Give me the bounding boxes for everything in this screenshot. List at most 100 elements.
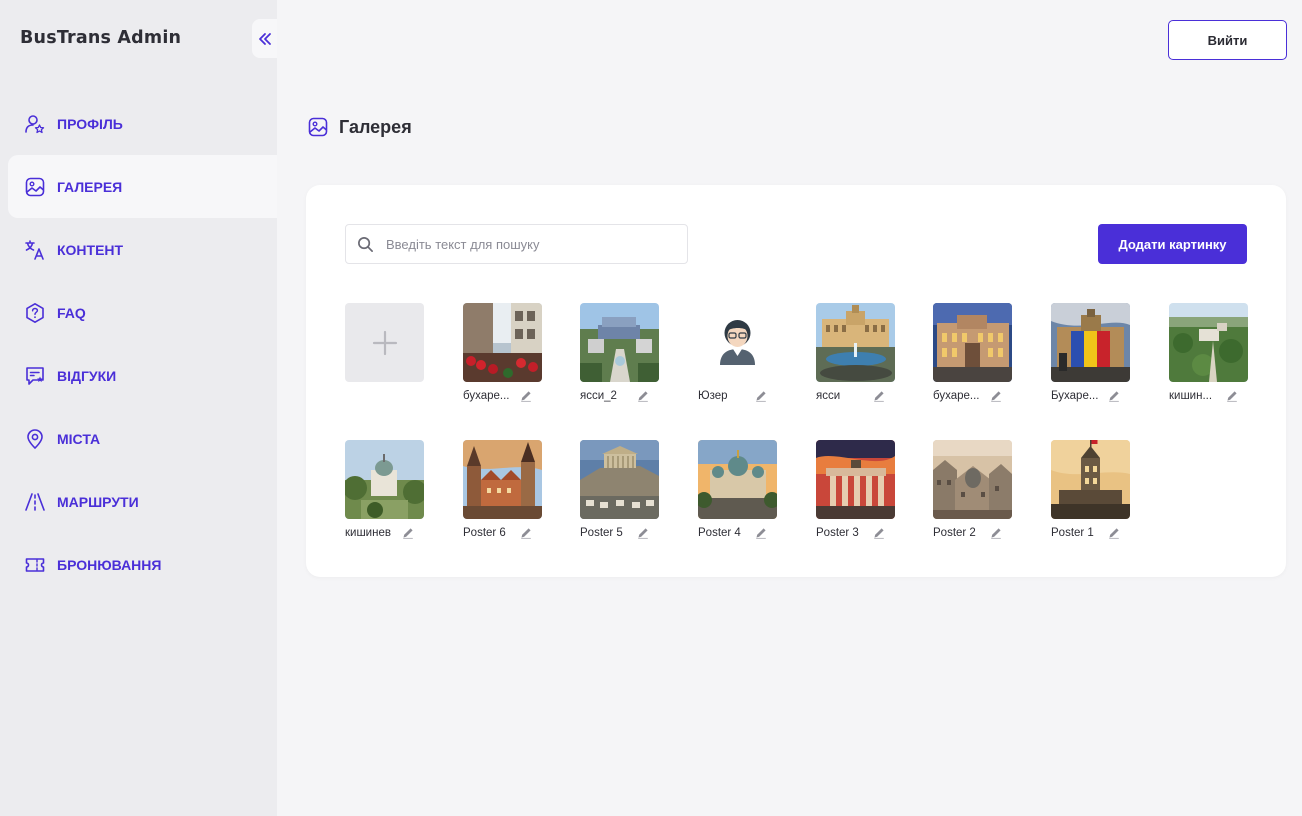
edit-icon[interactable]	[519, 526, 533, 540]
gallery-thumbnail[interactable]	[933, 303, 1012, 382]
sidebar-item-profile[interactable]: ПРОФІЛЬ	[8, 92, 277, 155]
gallery-item[interactable]: Poster 6	[463, 440, 542, 541]
edit-icon[interactable]	[519, 389, 533, 403]
gallery-thumbnail[interactable]	[816, 440, 895, 519]
gallery-thumbnail[interactable]	[698, 303, 777, 382]
gallery-card: Додати картинку бухаре... ясси_2 Юзер ясси б…	[306, 185, 1286, 577]
sidebar-item-label: МІСТА	[57, 430, 101, 447]
gallery-item[interactable]: бухаре...	[933, 303, 1012, 404]
sidebar-nav: ПРОФІЛЬ ГАЛЕРЕЯ КОНТЕНТ FAQ ВІДГУКИ МІСТ…	[8, 92, 277, 596]
edit-icon[interactable]	[989, 389, 1003, 403]
gallery-caption: Poster 2	[933, 525, 1012, 541]
gallery-item[interactable]: Юзер	[698, 303, 777, 404]
gallery-caption: Poster 5	[580, 525, 659, 541]
edit-icon[interactable]	[636, 389, 650, 403]
question-hexagon-icon	[26, 302, 44, 323]
gallery-thumbnail[interactable]	[1051, 440, 1130, 519]
gallery-thumbnail[interactable]	[463, 440, 542, 519]
gallery-caption: бухаре...	[463, 388, 542, 404]
gallery-caption: Poster 6	[463, 525, 542, 541]
sidebar: BusTrans Admin ПРОФІЛЬ ГАЛЕРЕЯ КОНТЕНТ F…	[0, 0, 277, 816]
edit-icon[interactable]	[1225, 389, 1239, 403]
gallery-item-name: ясси	[816, 390, 841, 402]
edit-icon[interactable]	[401, 526, 415, 540]
gallery-thumbnail[interactable]	[580, 440, 659, 519]
edit-icon[interactable]	[872, 526, 886, 540]
review-icon	[26, 366, 44, 385]
edit-icon[interactable]	[754, 526, 768, 540]
edit-icon[interactable]	[754, 389, 768, 403]
gallery-item[interactable]: Poster 1	[1051, 440, 1130, 541]
sidebar-item-routes[interactable]: МАРШРУТИ	[8, 470, 277, 533]
gallery-item[interactable]: ясси	[816, 303, 895, 404]
sidebar-item-label: МАРШРУТИ	[57, 493, 139, 510]
search-input[interactable]	[386, 236, 666, 252]
sidebar-item-cities[interactable]: МІСТА	[8, 407, 277, 470]
gallery-item[interactable]: кишинев	[345, 440, 424, 541]
gallery-thumbnail[interactable]	[463, 303, 542, 382]
translate-icon	[25, 239, 44, 260]
gallery-item-name: бухаре...	[933, 390, 980, 402]
gallery-thumbnail[interactable]	[1169, 303, 1248, 382]
gallery-item[interactable]: кишин...	[1169, 303, 1248, 404]
gallery-icon	[308, 117, 328, 137]
gallery-item[interactable]: Poster 4	[698, 440, 777, 541]
gallery-caption: ясси	[816, 388, 895, 404]
collapse-sidebar-button[interactable]	[252, 19, 277, 58]
add-image-button[interactable]: Додати картинку	[1098, 224, 1247, 264]
gallery-item[interactable]: Бухаре...	[1051, 303, 1130, 404]
gallery-thumbnail[interactable]	[1051, 303, 1130, 382]
edit-icon[interactable]	[872, 389, 886, 403]
gallery-thumbnail[interactable]	[698, 440, 777, 519]
gallery-item[interactable]: Poster 3	[816, 440, 895, 541]
sidebar-item-label: FAQ	[57, 304, 86, 321]
edit-icon[interactable]	[989, 526, 1003, 540]
gallery-item[interactable]: ясси_2	[580, 303, 659, 404]
sidebar-item-label: ГАЛЕРЕЯ	[57, 178, 123, 195]
map-pin-icon	[27, 428, 43, 449]
sidebar-item-reviews[interactable]: ВІДГУКИ	[8, 344, 277, 407]
sidebar-item-label: ПРОФІЛЬ	[57, 115, 123, 132]
gallery-item-name: Юзер	[698, 390, 728, 402]
plus-icon	[372, 330, 397, 355]
sidebar-item-label: БРОНЮВАННЯ	[57, 556, 162, 573]
gallery-item-name: Poster 4	[698, 527, 741, 539]
sidebar-item-label: ВІДГУКИ	[57, 367, 117, 384]
logout-button[interactable]: Вийти	[1168, 20, 1287, 60]
gallery-thumbnail[interactable]	[816, 303, 895, 382]
ticket-icon	[25, 557, 45, 572]
gallery-caption: Poster 4	[698, 525, 777, 541]
gallery-item-name: Poster 1	[1051, 527, 1094, 539]
sidebar-item-gallery[interactable]: ГАЛЕРЕЯ	[8, 155, 277, 218]
gallery-caption: кишин...	[1169, 388, 1248, 404]
gallery-caption: Poster 1	[1051, 525, 1130, 541]
gallery-item-name: кишин...	[1169, 390, 1213, 402]
search-icon	[358, 236, 373, 252]
edit-icon[interactable]	[1107, 389, 1121, 403]
gallery-item-name: бухаре...	[463, 390, 510, 402]
gallery-thumbnail[interactable]	[933, 440, 1012, 519]
gallery-thumbnail[interactable]	[345, 440, 424, 519]
gallery-item[interactable]: Poster 5	[580, 440, 659, 541]
gallery-caption: Poster 3	[816, 525, 895, 541]
gallery-item-name: Бухаре...	[1051, 390, 1099, 402]
gallery-item-name: Poster 2	[933, 527, 976, 539]
gallery-caption: бухаре...	[933, 388, 1012, 404]
gallery-item-name: Poster 6	[463, 527, 506, 539]
gallery-item-name: кишинев	[345, 527, 391, 539]
sidebar-item-content[interactable]: КОНТЕНТ	[8, 218, 277, 281]
gallery-item-name: Poster 5	[580, 527, 623, 539]
add-image-tile[interactable]	[345, 303, 424, 382]
gallery-item[interactable]: бухаре...	[463, 303, 542, 404]
gallery-item-name: Poster 3	[816, 527, 859, 539]
gallery-item-name: ясси_2	[580, 390, 617, 402]
edit-icon[interactable]	[636, 526, 650, 540]
gallery-thumbnail[interactable]	[580, 303, 659, 382]
route-icon	[25, 492, 45, 511]
gallery-item[interactable]: Poster 2	[933, 440, 1012, 541]
gallery-caption: Бухаре...	[1051, 388, 1130, 404]
search-box	[345, 224, 688, 264]
edit-icon[interactable]	[1107, 526, 1121, 540]
sidebar-item-faq[interactable]: FAQ	[8, 281, 277, 344]
sidebar-item-bookings[interactable]: БРОНЮВАННЯ	[8, 533, 277, 596]
